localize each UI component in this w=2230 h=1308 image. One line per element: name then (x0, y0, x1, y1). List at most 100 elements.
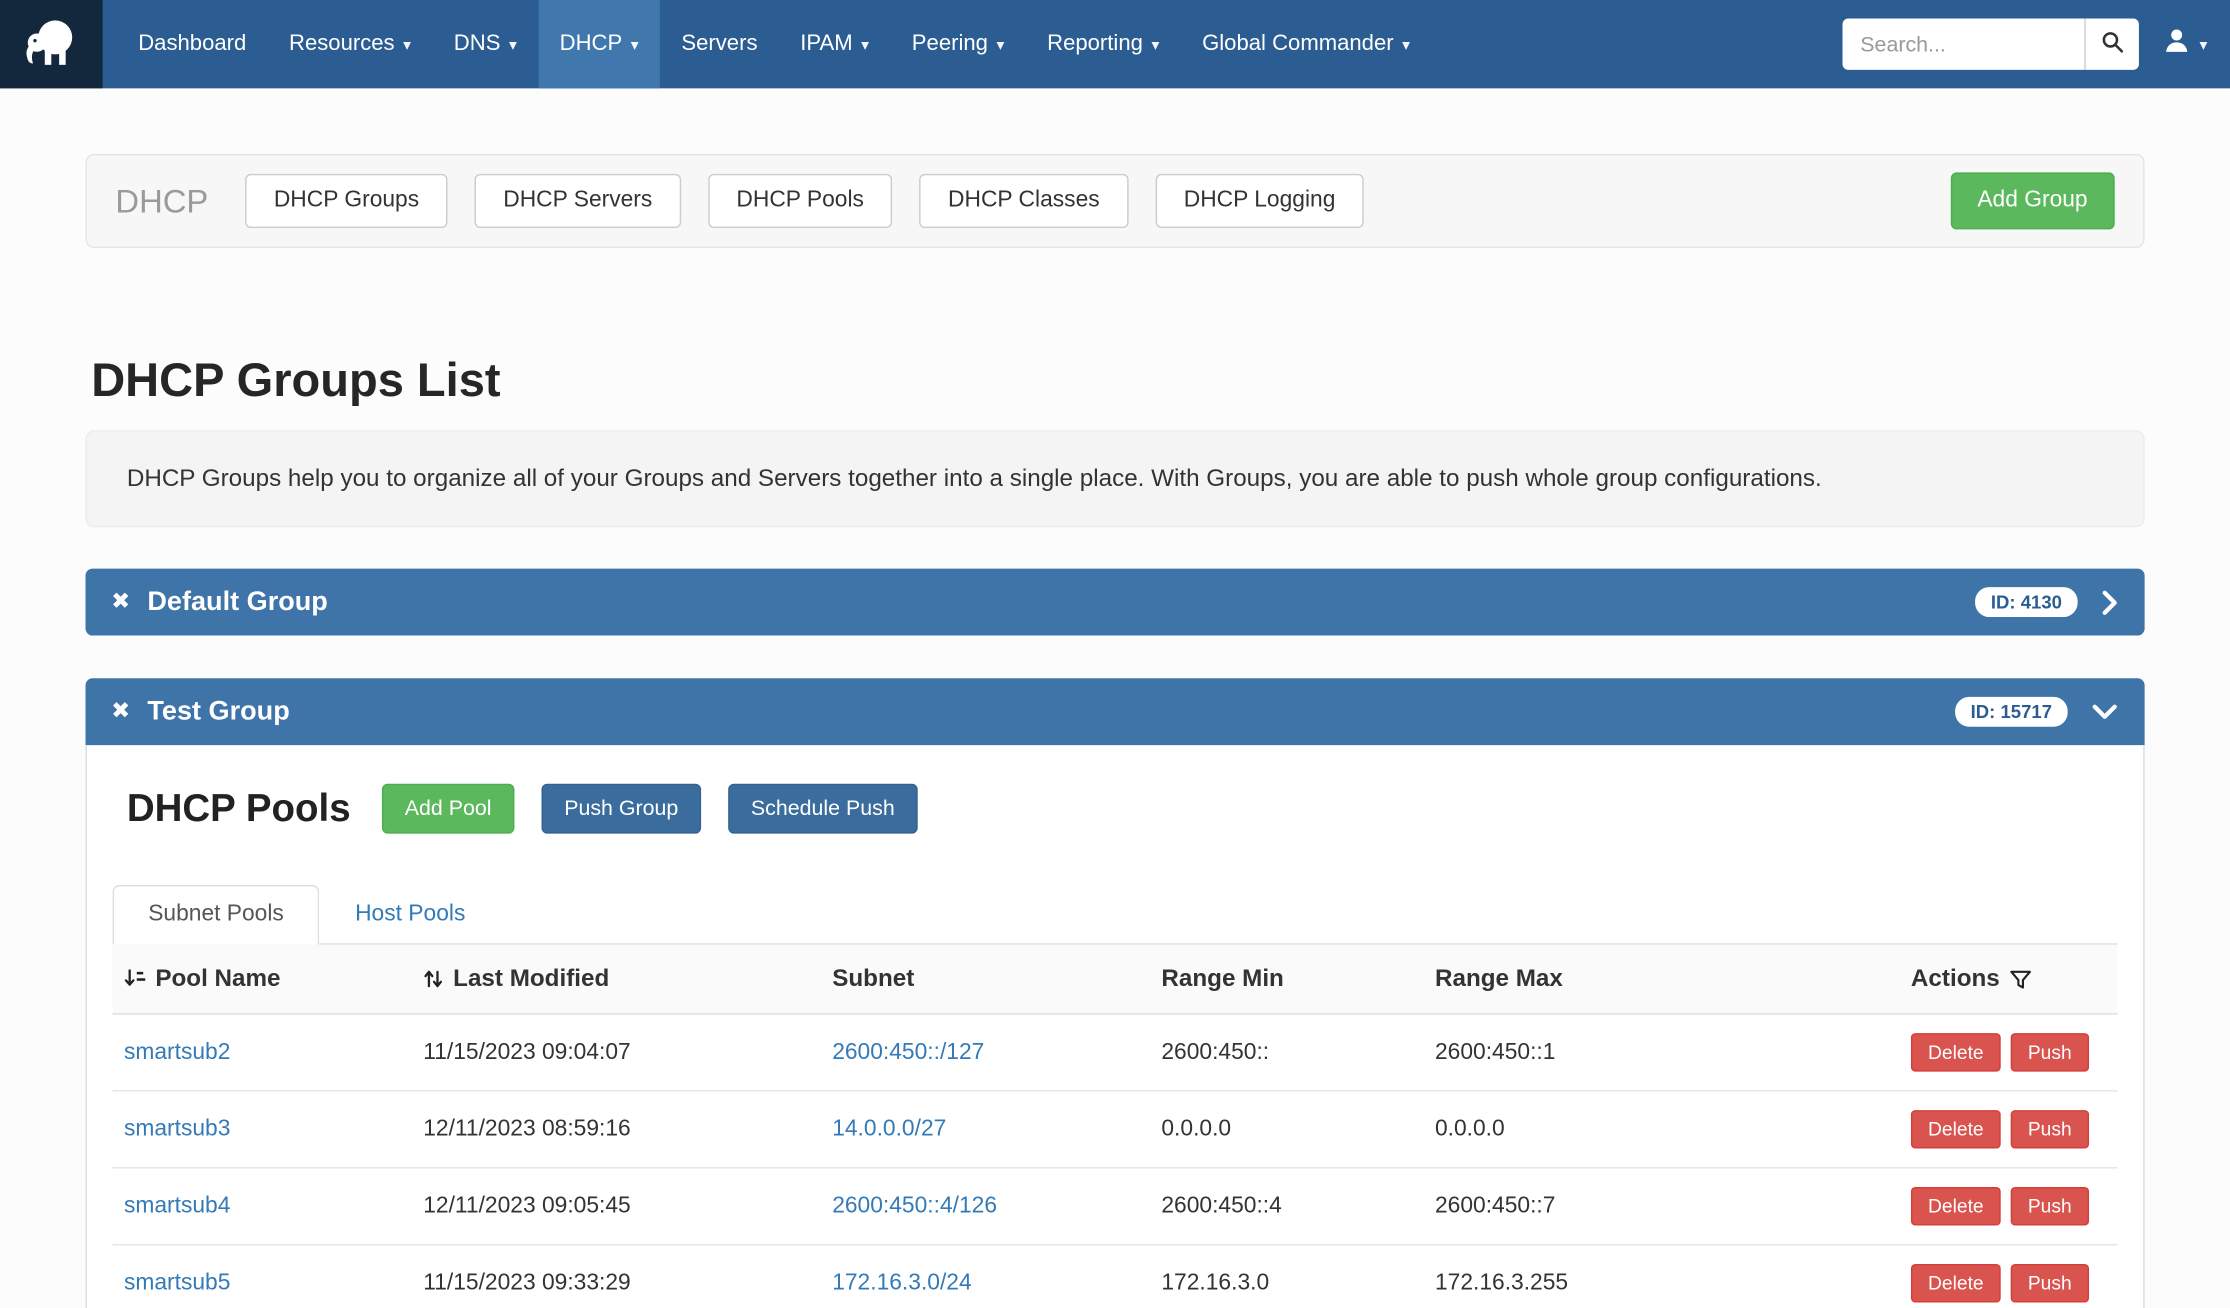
navbar: Dashboard Resources ▾ DNS ▾ DHCP▾Servers IPAM ▾… (0, 0, 2230, 88)
header-label: Actions (1911, 965, 2000, 994)
search-input[interactable] (1843, 19, 2085, 70)
nav-item-dns[interactable]: DNS ▾ (432, 0, 538, 88)
nav-item-reporting[interactable]: Reporting▾ (1026, 0, 1181, 88)
nav-item-label: Resources (289, 31, 395, 57)
group-id-badge: ID: 15717 (1955, 697, 2068, 727)
push-button[interactable]: Push (2011, 1110, 2089, 1148)
push-button[interactable]: Push (2011, 1264, 2089, 1302)
app-logo[interactable] (0, 0, 103, 88)
add-group-button[interactable]: Add Group (1950, 172, 2114, 229)
nav-item-label: Reporting (1047, 31, 1143, 57)
range-min-cell: 2600:450::4 (1150, 1175, 1424, 1238)
toolbar-button-dhcp-classes[interactable]: DHCP Classes (920, 174, 1129, 228)
filter-icon[interactable] (2010, 968, 2033, 989)
delete-button[interactable]: Delete (1911, 1187, 2001, 1225)
table-header-last-modified[interactable]: Last Modified (412, 945, 821, 1013)
last-modified-cell: 12/11/2023 08:59:16 (412, 1098, 821, 1161)
group-name: Default Group (147, 586, 328, 617)
group-bar-right: ID: 4130 (1975, 587, 2119, 617)
caret-down-icon: ▾ (996, 35, 1004, 54)
pool-name-link[interactable]: smartsub5 (124, 1270, 230, 1294)
table-row: smartsub2 11/15/2023 09:04:07 2600:450::… (113, 1015, 2118, 1092)
dhcp-toolbar: DHCP DHCP GroupsDHCP ServersDHCP PoolsDH… (86, 154, 2145, 248)
nav-item-label: Dashboard (138, 31, 246, 57)
subnet-link[interactable]: 172.16.3.0/24 (832, 1270, 971, 1294)
toolbar-button-dhcp-pools[interactable]: DHCP Pools (708, 174, 893, 228)
search-group (1843, 19, 2139, 70)
nav-item-label: IPAM (800, 31, 852, 57)
header-label: Pool Name (155, 965, 280, 994)
caret-down-icon: ▾ (2199, 35, 2207, 54)
nav-item-resources[interactable]: Resources ▾ (268, 0, 433, 88)
push-button-label: Push (2028, 1273, 2072, 1294)
group-bar-test-group[interactable]: ✖ Test Group ID: 15717 (86, 678, 2145, 745)
user-icon (2162, 26, 2192, 63)
delete-button[interactable]: Delete (1911, 1033, 2001, 1071)
pools-table: Pool Name Last Modified Subnet Range M (113, 945, 2118, 1308)
toolbar-title: DHCP (115, 182, 208, 220)
table-header-pool-name[interactable]: Pool Name (113, 945, 412, 1013)
dhcp-toolbar-buttons: DHCP Groups DHCP Servers DHCP Pools DHCP Cl… (245, 174, 1391, 228)
add-pool-button[interactable]: Add Pool (382, 784, 514, 834)
nav-item-ipam[interactable]: IPAM ▾ (779, 0, 891, 88)
search-button[interactable] (2085, 19, 2139, 70)
caret-down-icon: ▾ (403, 35, 411, 54)
range-max-cell: 172.16.3.255 (1424, 1252, 1900, 1308)
nav-item-label: Peering (912, 31, 988, 57)
pool-name-link[interactable]: smartsub4 (124, 1193, 230, 1217)
range-min-cell: 0.0.0.0 (1150, 1098, 1424, 1161)
nav-item-dashboard[interactable]: Dashboard (117, 0, 268, 88)
app-root: DashboardResources▾DNS▾DHCP▾ServersIPAM▾… (0, 0, 2230, 1308)
chevron-right-icon[interactable] (2100, 588, 2119, 617)
table-row: smartsub5 11/15/2023 09:33:29 172.16.3.0… (113, 1245, 2118, 1308)
group-bar-default-group[interactable]: ✖ Default Group ID: 4130 (86, 569, 2145, 636)
pools-title: DHCP Pools (127, 787, 351, 831)
toolbar-button-dhcp-servers[interactable]: DHCP Servers (475, 174, 681, 228)
range-min-cell: 2600:450:: (1150, 1021, 1424, 1084)
delete-button-label: Delete (1928, 1042, 1984, 1063)
table-header-range-min: Range Min (1150, 945, 1424, 1013)
caret-down-icon: ▾ (1402, 35, 1410, 54)
header-label: Range Max (1435, 965, 1563, 994)
tab-host-pools[interactable]: Host Pools (319, 885, 501, 945)
delete-button[interactable]: Delete (1911, 1264, 2001, 1302)
delete-button-label: Delete (1928, 1119, 1984, 1140)
table-row: smartsub4 12/11/2023 09:05:45 2600:450::… (113, 1169, 2118, 1246)
close-icon[interactable]: ✖ (111, 700, 130, 723)
header-label: Subnet (832, 965, 914, 994)
group-id-badge: ID: 4130 (1975, 587, 2077, 617)
nav-item-peering[interactable]: Peering ▾ (890, 0, 1025, 88)
caret-down-icon: ▾ (509, 35, 517, 54)
schedule-push-button[interactable]: Schedule Push (728, 784, 917, 834)
chevron-down-icon[interactable] (2090, 703, 2119, 722)
push-group-button[interactable]: Push Group (541, 784, 701, 834)
delete-button-label: Delete (1928, 1273, 1984, 1294)
test-group-panel: DHCP Pools Add Pool Push Group Schedule … (86, 745, 2145, 1308)
search-icon (2101, 30, 2125, 59)
range-max-cell: 0.0.0.0 (1424, 1098, 1900, 1161)
tab-subnet-pools[interactable]: Subnet Pools (113, 885, 320, 945)
nav-item-dhcp[interactable]: DHCP▾ (538, 0, 660, 88)
last-modified-cell: 11/15/2023 09:04:07 (412, 1021, 821, 1084)
subnet-link[interactable]: 2600:450::/127 (832, 1040, 984, 1064)
pool-name-link[interactable]: smartsub2 (124, 1040, 230, 1064)
caret-down-icon: ▾ (861, 35, 869, 54)
sort-numeric-icon (124, 968, 145, 991)
nav-item-global-commander[interactable]: Global Commander▾ (1181, 0, 1432, 88)
pool-name-link[interactable]: smartsub3 (124, 1116, 230, 1140)
subnet-link[interactable]: 14.0.0.0/27 (832, 1116, 946, 1140)
toolbar-button-dhcp-groups[interactable]: DHCP Groups (245, 174, 447, 228)
table-row: smartsub3 12/11/2023 08:59:16 14.0.0.0/2… (113, 1092, 2118, 1169)
close-icon[interactable]: ✖ (111, 591, 130, 614)
nav-item-label: DNS (454, 31, 501, 57)
delete-button[interactable]: Delete (1911, 1110, 2001, 1148)
user-menu[interactable]: ▾ (2162, 26, 2207, 63)
last-modified-cell: 11/15/2023 09:33:29 (412, 1252, 821, 1308)
page-title: DHCP Groups List (91, 353, 2144, 407)
nav-item-servers[interactable]: Servers (660, 0, 779, 88)
subnet-link[interactable]: 2600:450::4/126 (832, 1193, 997, 1217)
push-button[interactable]: Push (2011, 1033, 2089, 1071)
push-button[interactable]: Push (2011, 1187, 2089, 1225)
toolbar-button-dhcp-logging[interactable]: DHCP Logging (1155, 174, 1364, 228)
pools-header: DHCP Pools Add Pool Push Group Schedule … (127, 784, 2118, 834)
